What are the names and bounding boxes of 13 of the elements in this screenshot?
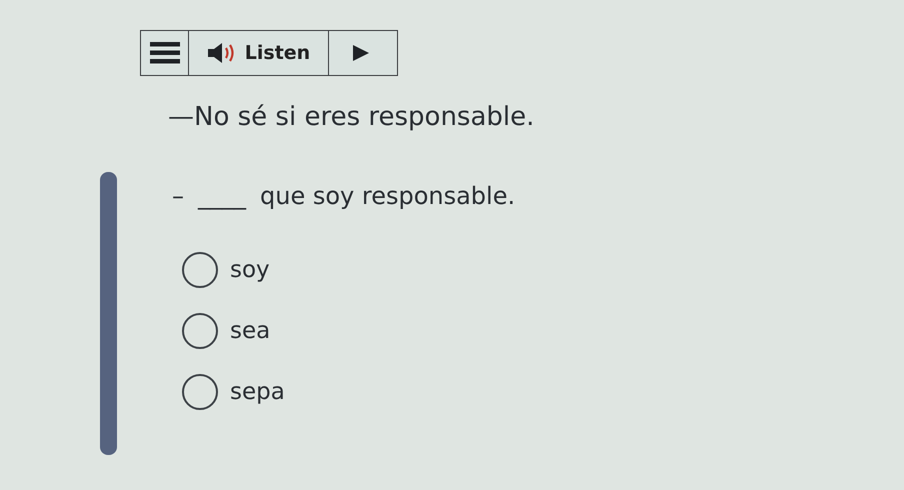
prompt-text: —No sé si eres responsable.: [168, 102, 536, 132]
radio-button[interactable]: [182, 374, 218, 410]
radio-button[interactable]: [182, 252, 218, 288]
dash: –: [172, 182, 184, 210]
option-label: soy: [230, 257, 270, 283]
listen-button[interactable]: Listen: [189, 31, 329, 75]
radio-button[interactable]: [182, 313, 218, 349]
play-icon: [352, 44, 370, 62]
option-label: sepa: [230, 379, 285, 405]
blank: ____: [198, 182, 246, 210]
question-text: que soy responsable.: [260, 182, 516, 210]
menu-icon: [150, 42, 180, 64]
option-label: sea: [230, 318, 270, 344]
